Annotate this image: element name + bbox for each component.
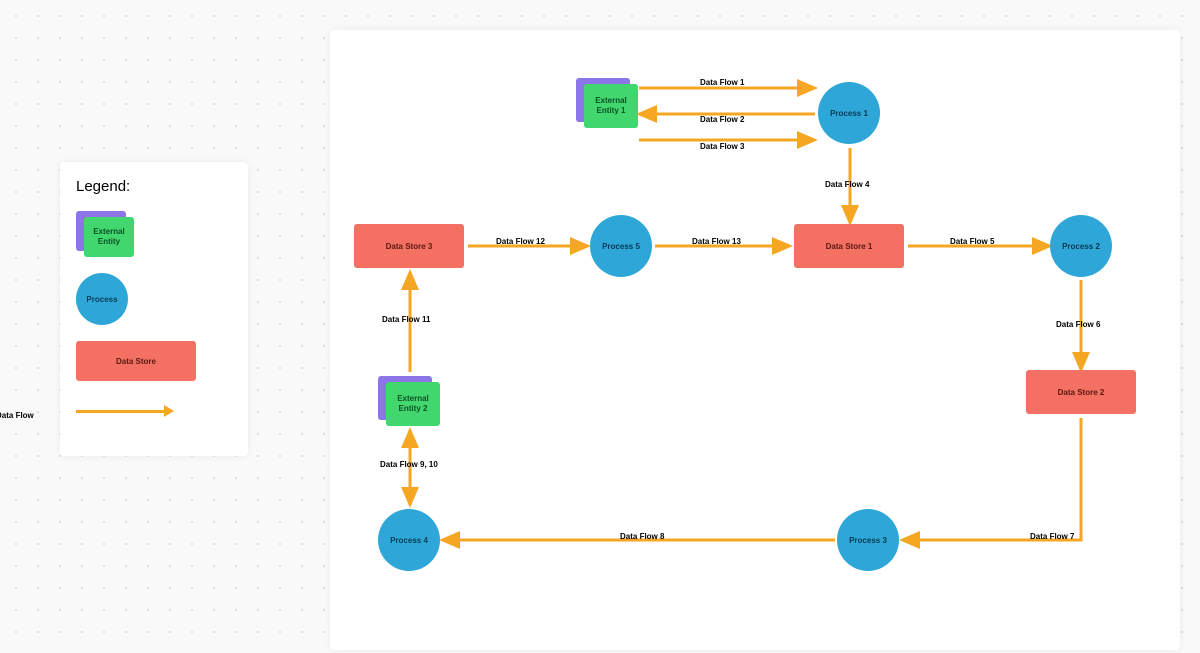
data-store-icon: Data Store	[76, 341, 196, 381]
legend-item-data-flow: Data Flow	[76, 405, 232, 420]
flow-label-12: Data Flow 12	[496, 237, 545, 246]
node-data-store-2[interactable]: Data Store 2	[1026, 370, 1136, 414]
node-label: External Entity 1	[584, 84, 638, 128]
diagram-canvas[interactable]: External Entity 1 Process 1 Data Store 3…	[330, 30, 1180, 650]
legend-process-label: Process	[86, 295, 117, 304]
flow-label-2: Data Flow 2	[700, 115, 744, 124]
node-process-5[interactable]: Process 5	[590, 215, 652, 277]
node-process-1[interactable]: Process 1	[818, 82, 880, 144]
flow-label-6: Data Flow 6	[1056, 320, 1100, 329]
legend-card: Legend: External Entity Process Data Sto…	[60, 162, 248, 456]
flow-arrows	[330, 30, 1180, 650]
node-data-store-3[interactable]: Data Store 3	[354, 224, 464, 268]
node-label: Process 3	[849, 536, 887, 545]
legend-item-process: Process	[76, 273, 232, 325]
flow-label-5: Data Flow 5	[950, 237, 994, 246]
legend-external-entity-label: External Entity	[84, 217, 134, 257]
legend-data-store-label: Data Store	[116, 357, 156, 366]
node-label: Process 4	[390, 536, 428, 545]
legend-title: Legend:	[76, 178, 232, 195]
flow-label-3: Data Flow 3	[700, 142, 744, 151]
legend-item-data-store: Data Store	[76, 341, 232, 381]
page: Legend: External Entity Process Data Sto…	[0, 0, 1200, 653]
node-process-3[interactable]: Process 3	[837, 509, 899, 571]
legend-item-external-entity: External Entity	[76, 211, 232, 257]
flow-label-8: Data Flow 8	[620, 532, 664, 541]
node-label: Data Store 2	[1058, 388, 1105, 397]
node-process-2[interactable]: Process 2	[1050, 215, 1112, 277]
flow-label-11: Data Flow 11	[382, 315, 430, 324]
node-process-4[interactable]: Process 4	[378, 509, 440, 571]
node-external-entity-1[interactable]: External Entity 1	[576, 78, 638, 130]
node-label: Data Store 3	[386, 242, 433, 251]
node-label: Process 2	[1062, 242, 1100, 251]
node-data-store-1[interactable]: Data Store 1	[794, 224, 904, 268]
node-label: Process 1	[830, 109, 868, 118]
node-label: Data Store 1	[826, 242, 873, 251]
external-entity-icon: External Entity	[76, 211, 134, 257]
node-label: Process 5	[602, 242, 640, 251]
node-label: External Entity 2	[386, 382, 440, 426]
node-external-entity-2[interactable]: External Entity 2	[378, 376, 440, 428]
flow-label-9-10: Data Flow 9, 10	[380, 460, 438, 469]
legend-data-flow-label: Data Flow	[0, 411, 232, 420]
flow-label-4: Data Flow 4	[825, 180, 869, 189]
flow-label-7: Data Flow 7	[1030, 532, 1074, 541]
flow-label-1: Data Flow 1	[700, 78, 744, 87]
process-icon: Process	[76, 273, 128, 325]
flow-label-13: Data Flow 13	[692, 237, 741, 246]
